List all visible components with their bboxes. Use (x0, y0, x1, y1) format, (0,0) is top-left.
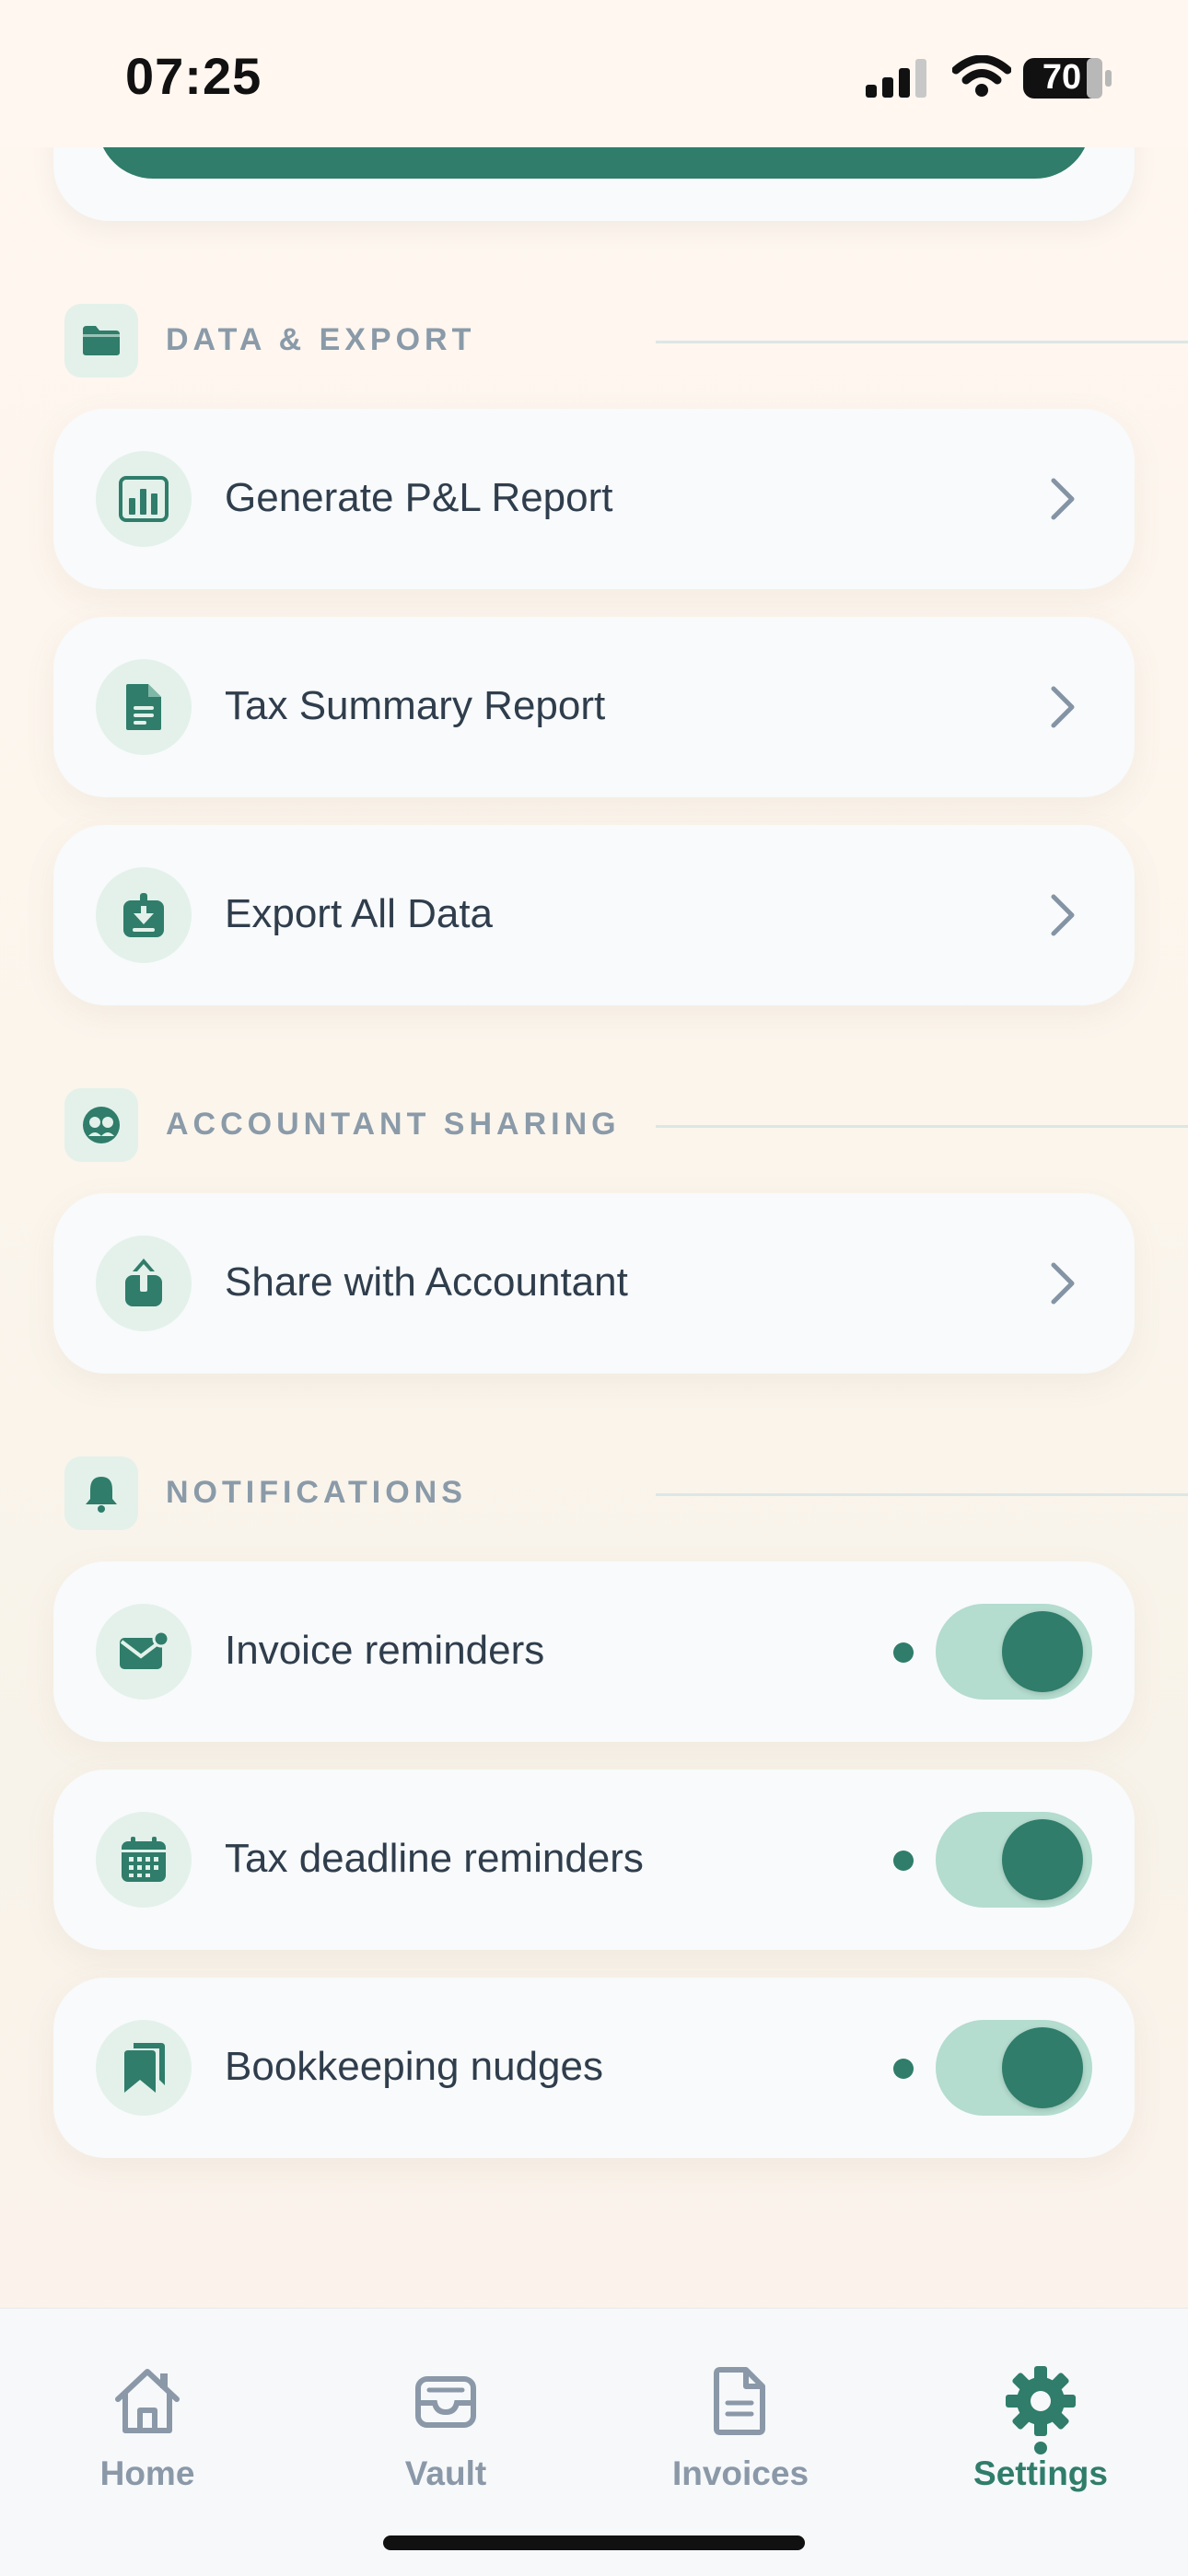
tab-vault[interactable]: Vault (344, 2346, 547, 2512)
gear-icon (1004, 2364, 1077, 2438)
section-divider (656, 1125, 1188, 1128)
row-label: Tax Summary Report (225, 683, 606, 728)
section-divider (656, 341, 1188, 343)
inbox-tray-icon (409, 2364, 483, 2438)
invoice-reminders-row: Invoice reminders (53, 1561, 1135, 1742)
row-label: Share with Accountant (225, 1259, 628, 1305)
section-title: DATA & EXPORT (166, 322, 476, 357)
battery-level: 70 (1042, 58, 1082, 97)
bar-chart-icon (96, 451, 192, 547)
tab-home[interactable]: Home (46, 2346, 249, 2512)
chevron-right-icon (1051, 478, 1075, 520)
tab-label: Vault (404, 2454, 487, 2492)
export-all-data-row[interactable]: Export All Data (53, 825, 1135, 1005)
tab-label: Home (99, 2454, 195, 2492)
generate-pl-report-row[interactable]: Generate P&L Report (53, 409, 1135, 589)
section-divider (656, 1493, 1188, 1496)
bell-icon (64, 1456, 138, 1530)
document-icon (704, 2364, 777, 2438)
invoice-reminders-toggle[interactable] (936, 1604, 1092, 1700)
toggle-knob (1002, 2027, 1083, 2108)
document-icon (96, 659, 192, 755)
status-bar: 07:25 70 (0, 0, 1188, 147)
section-title: ACCOUNTANT SHARING (166, 1107, 621, 1142)
tax-deadline-reminders-row: Tax deadline reminders (53, 1770, 1135, 1950)
toggle-knob (1002, 1819, 1083, 1900)
bookkeeping-nudges-toggle[interactable] (936, 2020, 1092, 2116)
tab-label: Invoices (671, 2454, 809, 2492)
tab-label: Settings (973, 2454, 1108, 2492)
row-label: Export All Data (225, 891, 494, 936)
section-header-notifications: NOTIFICATIONS (64, 1456, 1188, 1530)
wifi-icon (952, 55, 1011, 97)
cellular-signal-icon (866, 59, 926, 98)
share-icon (96, 1236, 192, 1331)
tax-summary-report-row[interactable]: Tax Summary Report (53, 617, 1135, 797)
toggle-knob (1002, 1611, 1083, 1692)
row-label: Invoice reminders (225, 1628, 545, 1673)
tab-settings[interactable]: Settings (939, 2346, 1142, 2512)
home-indicator (383, 2535, 805, 2550)
status-time: 07:25 (125, 47, 262, 105)
row-label: Tax deadline reminders (225, 1836, 644, 1881)
tax-deadline-reminders-toggle[interactable] (936, 1812, 1092, 1908)
house-icon (111, 2364, 184, 2438)
section-header-accountant-sharing: ACCOUNTANT SHARING (64, 1088, 1188, 1162)
download-tray-icon (96, 867, 192, 963)
chevron-right-icon (1051, 686, 1075, 728)
status-dot (893, 1851, 914, 1871)
folder-icon (64, 304, 138, 377)
mail-badge-icon (96, 1604, 192, 1700)
chevron-right-icon (1051, 894, 1075, 936)
tab-invoices[interactable]: Invoices (639, 2346, 842, 2512)
calendar-icon (96, 1812, 192, 1908)
bookmarks-icon (96, 2020, 192, 2116)
status-dot (893, 1642, 914, 1663)
status-dot (893, 2059, 914, 2079)
bookkeeping-nudges-row: Bookkeeping nudges (53, 1978, 1135, 2158)
people-icon (64, 1088, 138, 1162)
share-with-accountant-row[interactable]: Share with Accountant (53, 1193, 1135, 1374)
section-title: NOTIFICATIONS (166, 1475, 467, 1510)
chevron-right-icon (1051, 1262, 1075, 1305)
row-label: Bookkeeping nudges (225, 2044, 603, 2089)
row-label: Generate P&L Report (225, 475, 613, 520)
section-header-data-export: DATA & EXPORT (64, 304, 1188, 377)
active-tab-indicator (1034, 2442, 1047, 2454)
